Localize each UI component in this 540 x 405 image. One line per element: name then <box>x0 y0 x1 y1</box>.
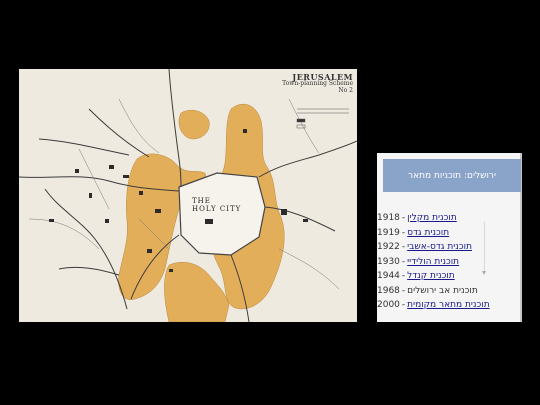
plan-separator: - <box>401 300 406 310</box>
plan-year: 1919 <box>377 227 400 238</box>
plan-item[interactable]: 1930- תוכנית הולידיי <box>377 255 522 270</box>
parkland-zone-south <box>164 262 230 322</box>
plan-item[interactable]: 2000- תוכנית מתאר מקומית <box>377 298 522 313</box>
plan-link[interactable]: תוכנית הולידיי <box>407 255 459 270</box>
holy-city-label-line2: HOLY CITY <box>192 205 242 214</box>
plan-link[interactable]: תוכנית גדס <box>407 226 449 241</box>
map-title-block: JERUSALEM Town-planning Scheme No 2 <box>282 73 353 94</box>
plan-link[interactable]: תוכנית קנדל <box>407 269 455 284</box>
timeline-arrow <box>482 222 486 275</box>
map-legend <box>296 108 349 129</box>
plan-label: תוכנית אב ירושלים <box>407 285 478 296</box>
plan-separator: - <box>401 242 406 252</box>
plan-year: 2000 <box>377 300 400 310</box>
plan-year: 1968 <box>377 285 400 296</box>
plan-item[interactable]: 1944- תוכנית קנדל <box>377 269 522 284</box>
parkland-zone-north <box>178 110 210 140</box>
plans-panel: ירושלים: תוכניות מתאר 1918- תוכנית מקלין 1… <box>377 153 522 322</box>
map-scheme-number: No 2 <box>338 86 353 94</box>
holy-city-label: THE HOLY CITY <box>192 197 241 213</box>
plan-item: 1968- תוכנית אב ירושלים <box>377 284 522 299</box>
plan-year: 1922 <box>377 242 400 252</box>
plan-year: 1930 <box>377 256 400 267</box>
holy-city-label-line1: THE <box>192 197 211 205</box>
plan-item[interactable]: 1919- תוכנית גדס <box>377 226 522 241</box>
plan-link[interactable]: תוכנית מקלין <box>407 211 457 226</box>
plan-item[interactable]: 1922- תוכנית גדס-אשבי <box>377 240 522 255</box>
plan-separator: - <box>401 256 406 267</box>
plan-link[interactable]: תוכנית גדס-אשבי <box>407 240 472 255</box>
plan-link[interactable]: תוכנית מתאר מקומית <box>407 298 490 313</box>
plans-list: 1918- תוכנית מקלין 1919- תוכנית גדס 1922- תוכ… <box>377 211 522 313</box>
map-drawing <box>19 69 357 322</box>
jerusalem-town-planning-map: JERUSALEM Town-planning Scheme No 2 THE … <box>19 69 357 322</box>
plan-year: 1918 <box>377 213 400 223</box>
plan-separator: - <box>401 271 406 281</box>
plan-item[interactable]: 1918- תוכנית מקלין <box>377 211 522 226</box>
plan-separator: - <box>401 285 406 296</box>
plan-year: 1944 <box>377 271 400 281</box>
plan-separator: - <box>401 213 406 223</box>
plan-separator: - <box>401 227 406 238</box>
panel-header: ירושלים: תוכניות מתאר <box>383 159 521 192</box>
